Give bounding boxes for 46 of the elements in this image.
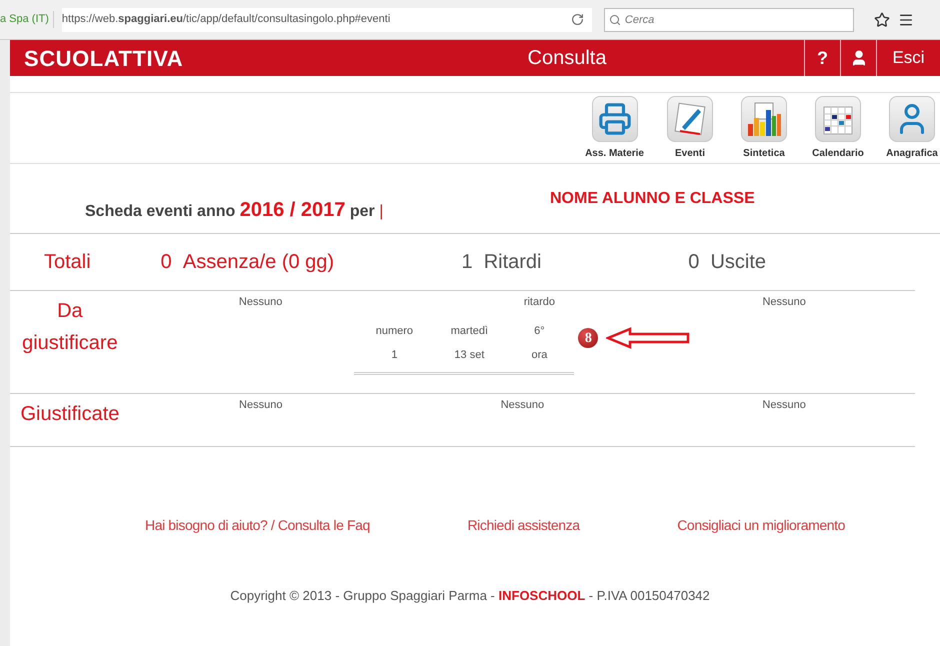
- footer-link[interactable]: Richiedi assistenza: [467, 515, 580, 536]
- site-identity: a Spa (IT): [0, 11, 54, 28]
- toolbar-button[interactable]: Sintetica: [736, 96, 792, 161]
- event-badge[interactable]: 8: [578, 328, 598, 348]
- event-type-label: ritardo: [522, 295, 556, 310]
- url-field[interactable]: https://web.spaggiari.eu/tic/app/default/consultasingolo.php#eventi: [62, 8, 592, 32]
- reload-icon[interactable]: [570, 13, 584, 26]
- menu-icon[interactable]: [898, 12, 914, 28]
- empty-notice: Nessuno: [238, 295, 282, 310]
- total-count: 1 Ritardi: [461, 250, 542, 275]
- footer-link[interactable]: Hai bisogno di aiuto? / Consulta le Faq: [145, 515, 370, 536]
- search-icon: [608, 14, 621, 26]
- notepad-pencil-icon: [667, 96, 713, 142]
- section-label: Giustificate: [19, 402, 120, 427]
- empty-notice: Nessuno: [500, 398, 544, 413]
- toolbar-button[interactable]: Ass. Materie: [585, 96, 644, 161]
- student-name: NOME ALUNNO E CLASSE: [550, 189, 755, 209]
- empty-notice: Nessuno: [762, 398, 806, 413]
- total-count: 0 Assenza/e (0 gg): [160, 250, 336, 275]
- column-header: martedì: [450, 324, 490, 338]
- table-cell-text: 1: [390, 348, 398, 363]
- toolbar-button[interactable]: Eventi: [662, 96, 718, 161]
- footer-link[interactable]: Consigliaci un miglioramento: [677, 515, 845, 536]
- search-field[interactable]: Cerca: [604, 8, 854, 32]
- help-button[interactable]: ?: [804, 40, 840, 76]
- printer-icon: [592, 96, 638, 142]
- empty-notice: Nessuno: [762, 295, 806, 310]
- logo: SCUOLATTIVA: [24, 46, 184, 70]
- total-count: 0 Uscite: [688, 250, 768, 275]
- copyright-text: Copyright © 2013 - Gruppo Spaggiari Parma - INFOSCHOOL - P.IVA 00150470342: [230, 588, 710, 603]
- column-header: numero: [374, 324, 414, 338]
- bar-chart-icon: [741, 96, 787, 142]
- calendar-icon: [815, 96, 861, 142]
- column-header: 6°: [533, 324, 546, 338]
- section-label: Da giustificare: [21, 299, 119, 356]
- logout-button[interactable]: Esci: [876, 40, 940, 76]
- table-cell-text: ora: [530, 348, 548, 363]
- person-icon: [889, 96, 935, 142]
- toolbar-button[interactable]: Calendario: [810, 96, 866, 161]
- toolbar-button[interactable]: Anagrafica: [884, 96, 940, 161]
- page-title: Consulta: [528, 46, 606, 71]
- table-cell-text: 13 set: [453, 348, 486, 363]
- bookmark-star-icon[interactable]: [874, 12, 890, 28]
- page-heading: Scheda eventi anno 2016 / 2017 per |: [84, 198, 384, 223]
- totals-label: Totali: [43, 250, 92, 275]
- empty-notice: Nessuno: [239, 398, 282, 413]
